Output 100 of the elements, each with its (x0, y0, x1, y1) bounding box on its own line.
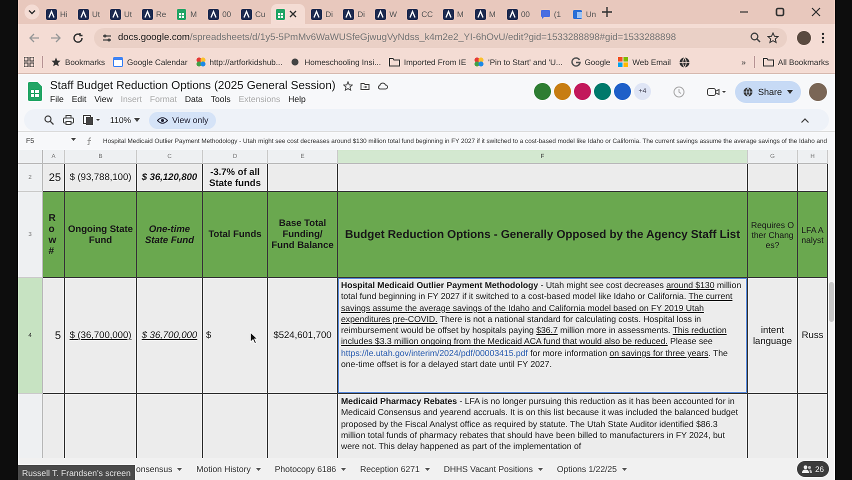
star-icon[interactable] (767, 32, 779, 44)
app-icon (474, 8, 486, 20)
app-icon (241, 8, 252, 20)
bookmark[interactable]: Google (570, 57, 610, 67)
all-bookmarks[interactable]: All Bookmarks (762, 57, 829, 67)
browser-tab[interactable]: Di (307, 4, 338, 24)
browser-tab[interactable]: 00 (204, 4, 236, 24)
close-icon[interactable] (289, 10, 298, 18)
new-tab-icon[interactable] (602, 7, 612, 17)
table-cell: Hospital Medicaid Outlier Payment Methodology - Utah might see cost decreases around $130 million total fund beginning in FY 2027 if it switched to a cost-based model like Idaho or California. The current savings assume the average savings of the Idaho and California model based on FY 2019 Utah expenditures pre-COVID. There is not a national standard for calculating costs. Hospital loss in reimbursement would be offset by hospitals paying $36.7 million more in assessments. This reduction includes $3.3 million ongoing from the Medicaid ACA fund that would also be reduced. Please see https://le.utah.gov/interim/2024/pdf/00003415.pdf for more information on savings for three years. The one-time offset is for a delayed start date until FY 2027. (338, 278, 748, 394)
browser-tab[interactable]: CC (403, 4, 437, 24)
menu-item[interactable]: View (94, 94, 113, 104)
menu-item[interactable]: Tools (210, 94, 231, 104)
sheet-tab[interactable]: Options 1/22/25 (556, 464, 627, 474)
browser-tab[interactable]: Un (568, 4, 600, 24)
bookmark[interactable]: 'Pin to Start' and 'U... (474, 57, 563, 67)
print-icon[interactable] (63, 115, 74, 125)
browser-tab[interactable]: Cu (237, 4, 270, 24)
bookmark[interactable]: Web Email (618, 57, 671, 67)
bookmark[interactable]: Google Calendar (113, 57, 188, 67)
browser-tab[interactable]: Di (339, 4, 370, 24)
restore-icon[interactable] (775, 7, 785, 17)
sheet-tab[interactable]: Photocopy 6186 (274, 464, 346, 474)
search-icon[interactable] (44, 115, 54, 125)
collaborator-avatar[interactable] (614, 83, 631, 100)
header-cell: Budget Reduction Options - Generally Opposed by the Agency Staff List (338, 192, 748, 278)
cloud-icon[interactable] (376, 81, 388, 90)
collaborator-avatar[interactable] (574, 83, 591, 100)
header-cell: Row# (43, 192, 65, 278)
table-cell: Russ (798, 278, 828, 394)
bookmark[interactable]: Bookmarks (51, 57, 106, 67)
menu-item[interactable]: Data (184, 94, 203, 104)
app-icon (110, 8, 121, 20)
collapse-caret-icon[interactable] (801, 118, 809, 122)
header-cell: Ongoing State Fund (65, 192, 137, 278)
document-title: Staff Budget Reduction Options (2025 General Session) (50, 80, 336, 92)
collaborator-avatar[interactable] (594, 83, 611, 100)
caret-icon (622, 468, 627, 470)
browser-tab[interactable]: M (470, 4, 501, 24)
star-icon[interactable] (342, 80, 353, 90)
sheets-icon (275, 8, 286, 20)
menu-item[interactable]: Help (288, 94, 306, 104)
address-bar[interactable]: docs.google.com/spreadsheets/d/1y5-5PmMv6WaWUSfeGjwugVyNdss_k4m2e2_YI-6hOvU/edit?gid=1533288898#gid=1533288898 (94, 28, 787, 48)
video-camera-icon[interactable] (706, 86, 727, 96)
menu-item[interactable]: Edit (72, 94, 86, 104)
sheet-tab[interactable]: Reception 6271 (360, 464, 430, 474)
folder-icon (762, 57, 774, 67)
scrollbar[interactable] (828, 150, 835, 458)
menu-item[interactable]: File (50, 94, 64, 104)
user-avatar[interactable] (809, 82, 827, 100)
browser-tab[interactable]: (1 (536, 4, 566, 24)
tab-search-button[interactable] (24, 4, 40, 20)
header-cell: LFA Analyst (798, 192, 828, 278)
browser-tab[interactable]: Ut (74, 4, 104, 24)
reload-icon[interactable] (72, 32, 84, 44)
browser-tab[interactable]: 00 (502, 4, 534, 24)
caret-icon (424, 468, 430, 470)
browser-tab[interactable]: M (438, 4, 469, 24)
browser-tab[interactable]: W (371, 4, 402, 24)
windows-logo-icon (618, 57, 628, 67)
sheet-tab[interactable]: Motion History (196, 464, 261, 474)
sheet-tab[interactable]: DHHS Vacant Positions (444, 464, 543, 474)
site-settings-icon[interactable] (102, 32, 112, 42)
browser-tab[interactable] (271, 4, 306, 24)
share-button[interactable]: Share (734, 80, 801, 102)
bookmark[interactable]: Imported From IE (388, 57, 466, 67)
move-folder-icon[interactable] (360, 80, 370, 90)
header-cell: Requires Other Changes? (748, 192, 798, 278)
table-cell: $524,601,700 (268, 278, 338, 394)
participants-button[interactable]: 26 (797, 461, 829, 477)
app-icon (407, 8, 418, 20)
colorful-logo-icon (196, 57, 206, 67)
collaborator-avatar[interactable] (534, 83, 551, 100)
browser-tab[interactable]: M (172, 4, 202, 24)
app-icon (46, 8, 57, 20)
bookmark[interactable]: Homeschooling Insi... (290, 57, 381, 67)
bookmark[interactable]: http://artforkidshub... (196, 57, 282, 67)
globe-icon[interactable] (678, 56, 690, 68)
profile-avatar[interactable] (797, 30, 811, 44)
browser-tab[interactable]: Hi (42, 4, 72, 24)
app-icon (343, 8, 354, 20)
more-menu-icon[interactable] (821, 32, 825, 44)
sheet-tab[interactable]: onsensus (136, 464, 182, 474)
table-cell: $ (36,700,000) (65, 278, 137, 394)
close-icon[interactable] (811, 7, 821, 17)
view-only-button[interactable]: View only (149, 112, 216, 128)
app-icon (442, 8, 454, 20)
caret-icon (341, 468, 346, 470)
copy-format-icon[interactable] (83, 115, 101, 125)
collaborator-avatar[interactable] (554, 83, 571, 100)
url-text: docs.google.com/spreadsheets/d/1y5-5PmMv6WaWUSfeGjwugVyNdss_k4m2e2_YI-6hOvU/edit?gid=1533288898#gid=1533288898 (118, 32, 676, 43)
more-bookmarks-button[interactable]: » (741, 58, 746, 66)
zoom-select[interactable]: 110% (110, 115, 140, 125)
document-icon (572, 8, 583, 20)
zoom-icon[interactable] (750, 32, 761, 43)
browser-tab[interactable]: Ut (106, 4, 136, 24)
caret-icon[interactable] (71, 138, 76, 140)
link[interactable]: https://le.utah.gov/interim/2024/pdf/00003415.pdf (341, 348, 528, 358)
apps-grid-icon[interactable] (24, 57, 34, 67)
browser-tab[interactable]: Re (138, 4, 170, 24)
